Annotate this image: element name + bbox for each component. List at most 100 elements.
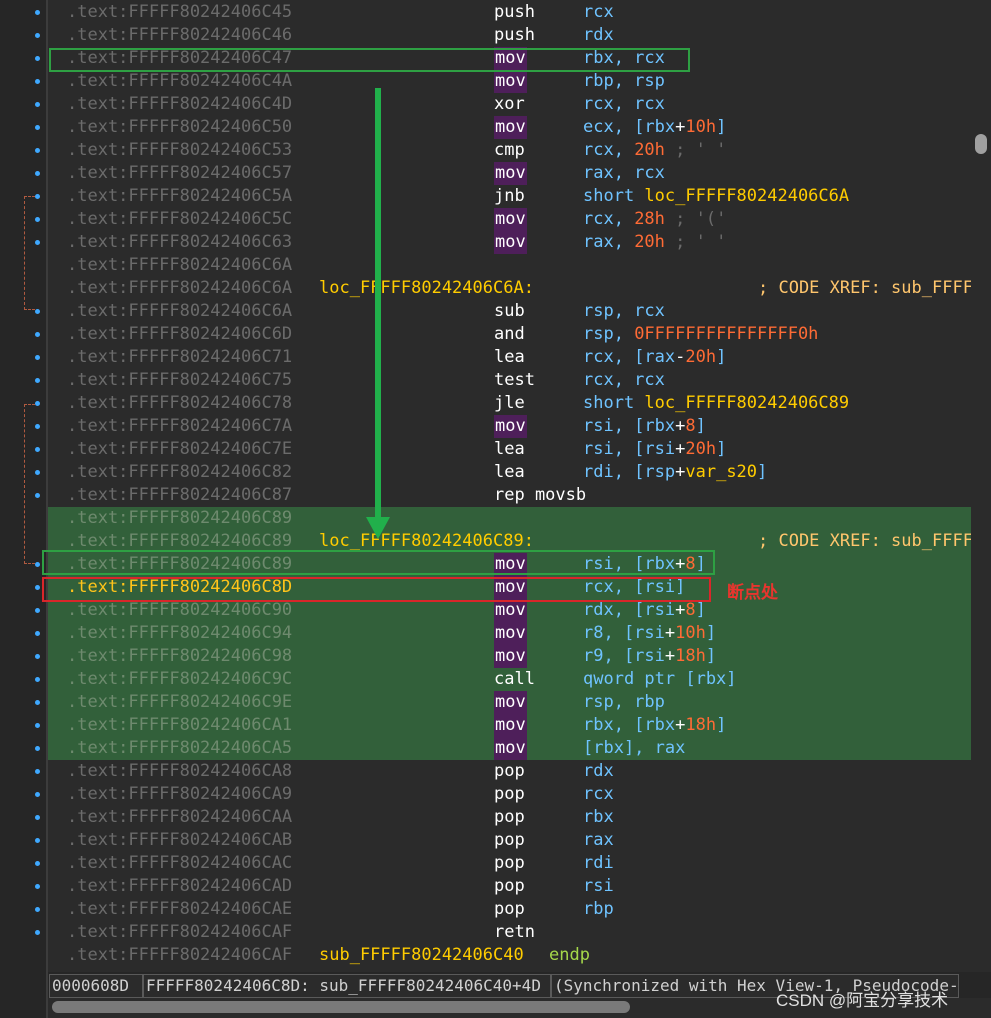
listing-row[interactable]: .text:FFFFF80242406C53 cmp rcx, 20h ; ' ': [48, 139, 971, 162]
breakpoint-slot-icon[interactable]: [35, 378, 40, 383]
breakpoint-slot-icon[interactable]: [35, 56, 40, 61]
listing-row[interactable]: .text:FFFFF80242406C46 push rdx: [48, 24, 971, 47]
operand-token: ]: [716, 117, 727, 137]
row-mnemonic: xor: [494, 94, 525, 114]
listing-row[interactable]: .text:FFFFF80242406C5C mov rcx, 28h ; '(': [48, 208, 971, 231]
vertical-scroll-thumb[interactable]: [975, 134, 987, 154]
breakpoint-slot-icon[interactable]: [35, 10, 40, 15]
arrow-down-icon: [366, 517, 390, 539]
listing-row[interactable]: .text:FFFFF80242406CAF sub_FFFFF80242406C…: [48, 944, 971, 967]
listing-row[interactable]: .text:FFFFF80242406CAD pop rsi: [48, 875, 971, 898]
operand-token: +: [675, 117, 686, 137]
operand-token: qword ptr [rbx]: [583, 669, 737, 689]
breakpoint-slot-icon[interactable]: [35, 171, 40, 176]
listing-row[interactable]: .text:FFFFF80242406C87 rep movsb: [48, 484, 971, 507]
listing-row[interactable]: .text:FFFFF80242406C50 mov ecx, [rbx+10h]: [48, 116, 971, 139]
breakpoint-slot-icon[interactable]: [35, 562, 40, 567]
breakpoint-slot-icon[interactable]: [35, 33, 40, 38]
operand-token: ]: [705, 623, 717, 643]
listing-row[interactable]: .text:FFFFF80242406C94 mov r8, [rsi+10h]: [48, 622, 971, 645]
listing-row[interactable]: .text:FFFFF80242406C6D and rsp, 0FFFFFFFFF…: [48, 323, 971, 346]
listing-row[interactable]: .text:FFFFF80242406CA1 mov rbx, [rbx+18h]: [48, 714, 971, 737]
row-label[interactable]: sub_FFFFF80242406C40: [319, 944, 524, 967]
breakpoint-slot-icon[interactable]: [35, 79, 40, 84]
row-xref-comment[interactable]: ; CODE XREF: sub_FFFFF80242406C40: [758, 277, 971, 300]
breakpoint-slot-icon[interactable]: [35, 194, 40, 199]
breakpoint-slot-icon[interactable]: [35, 125, 40, 130]
listing-row[interactable]: .text:FFFFF80242406C90 mov rdx, [rsi+8]: [48, 599, 971, 622]
listing-row[interactable]: .text:FFFFF80242406C82 lea rdi, [rsp+var_s…: [48, 461, 971, 484]
listing-row[interactable]: .text:FFFFF80242406C4A mov rbp, rsp: [48, 70, 971, 93]
breakpoint-slot-icon[interactable]: [35, 355, 40, 360]
status-offset: 0000608D: [49, 974, 143, 998]
listing-row[interactable]: .text:FFFFF80242406C98 mov r9, [rsi+18h]: [48, 645, 971, 668]
listing-row[interactable]: .text:FFFFF80242406CA9 pop rcx: [48, 783, 971, 806]
listing-row[interactable]: .text:FFFFF80242406C4D xor rcx, rcx: [48, 93, 971, 116]
listing-row[interactable]: .text:FFFFF80242406CAE pop rbp: [48, 898, 971, 921]
row-xref-comment[interactable]: ; CODE XREF: sub_FFFFF80242406C40: [758, 530, 971, 553]
listing-row[interactable]: .text:FFFFF80242406CA5 mov [rbx], rax: [48, 737, 971, 760]
listing-row[interactable]: .text:FFFFF80242406CAA pop rbx: [48, 806, 971, 829]
listing-row[interactable]: .text:FFFFF80242406CA8 pop rdx: [48, 760, 971, 783]
listing-row[interactable]: .text:FFFFF80242406C75 test rcx, rcx: [48, 369, 971, 392]
breakpoint-slot-icon[interactable]: [35, 217, 40, 222]
operand-token[interactable]: loc_FFFFF80242406C89: [644, 393, 849, 413]
row-label[interactable]: loc_FFFFF80242406C6A:: [319, 277, 534, 300]
breakpoint-slot-icon[interactable]: [35, 677, 40, 682]
listing-row[interactable]: .text:FFFFF80242406C7A mov rsi, [rbx+8]: [48, 415, 971, 438]
breakpoint-slot-icon[interactable]: [35, 424, 40, 429]
listing-row[interactable]: .text:FFFFF80242406C6A: [48, 254, 971, 277]
breakpoint-slot-icon[interactable]: [35, 769, 40, 774]
operand-token[interactable]: loc_FFFFF80242406C6A: [644, 186, 849, 206]
breakpoint-slot-icon[interactable]: [35, 493, 40, 498]
breakpoint-slot-icon[interactable]: [35, 861, 40, 866]
listing-row[interactable]: .text:FFFFF80242406C6A loc_FFFFF80242406C…: [48, 277, 971, 300]
breakpoint-slot-icon[interactable]: [35, 700, 40, 705]
listing-row[interactable]: .text:FFFFF80242406C9C call qword ptr [rbx…: [48, 668, 971, 691]
row-mnemonic: mov: [494, 599, 527, 622]
breakpoint-slot-icon[interactable]: [35, 470, 40, 475]
breakpoint-slot-icon[interactable]: [35, 815, 40, 820]
horizontal-scroll-thumb[interactable]: [52, 1001, 630, 1013]
listing-row[interactable]: .text:FFFFF80242406C89: [48, 507, 971, 530]
breakpoint-slot-icon[interactable]: [35, 723, 40, 728]
listing-row[interactable]: .text:FFFFF80242406C71 lea rcx, [rax-20h]: [48, 346, 971, 369]
operand-token: 20h: [685, 347, 717, 367]
listing-row[interactable]: .text:FFFFF80242406C7E lea rsi, [rsi+20h]: [48, 438, 971, 461]
breakpoint-slot-icon[interactable]: [35, 907, 40, 912]
breakpoint-slot-icon[interactable]: [35, 102, 40, 107]
breakpoint-slot-icon[interactable]: [35, 240, 40, 245]
breakpoint-slot-icon[interactable]: [35, 447, 40, 452]
breakpoint-slot-icon[interactable]: [35, 884, 40, 889]
breakpoint-slot-icon[interactable]: [35, 792, 40, 797]
breakpoint-slot-icon[interactable]: [35, 838, 40, 843]
breakpoint-slot-icon[interactable]: [35, 332, 40, 337]
listing-row[interactable]: .text:FFFFF80242406C78 jle short loc_FFFFF…: [48, 392, 971, 415]
breakpoint-slot-icon[interactable]: [35, 608, 40, 613]
listing-row[interactable]: .text:FFFFF80242406C57 mov rax, rcx: [48, 162, 971, 185]
disassembly-listing[interactable]: .text:FFFFF80242406C45 push rcx .text:FFFFF…: [48, 0, 971, 970]
arrow-shaft: [375, 88, 381, 518]
row-endp: endp: [549, 945, 590, 965]
listing-row[interactable]: .text:FFFFF80242406C6A sub rsp, rcx: [48, 300, 971, 323]
listing-row[interactable]: .text:FFFFF80242406CAC pop rdi: [48, 852, 971, 875]
breakpoint-slot-icon[interactable]: [35, 631, 40, 636]
row-operands: rcx, rcx: [583, 93, 665, 116]
listing-row[interactable]: .text:FFFFF80242406C63 mov rax, 20h ; ' ': [48, 231, 971, 254]
listing-row[interactable]: .text:FFFFF80242406CAB pop rax: [48, 829, 971, 852]
breakpoint-slot-icon[interactable]: [35, 309, 40, 314]
listing-row[interactable]: .text:FFFFF80242406CAF retn: [48, 921, 971, 944]
breakpoint-slot-icon[interactable]: [35, 148, 40, 153]
breakpoint-slot-icon[interactable]: [35, 930, 40, 935]
breakpoint-slot-icon[interactable]: [35, 585, 40, 590]
breakpoint-slot-icon[interactable]: [35, 654, 40, 659]
row-operands: rdi, [rsp+var_s20]: [583, 461, 767, 484]
breakpoint-slot-icon[interactable]: [35, 401, 40, 406]
listing-row[interactable]: .text:FFFFF80242406C5A jnb short loc_FFFFF…: [48, 185, 971, 208]
row-address: .text:FFFFF80242406C75: [67, 370, 293, 390]
row-operands: rax, rcx: [583, 162, 665, 185]
listing-row[interactable]: .text:FFFFF80242406C45 push rcx: [48, 1, 971, 24]
breakpoint-slot-icon[interactable]: [35, 746, 40, 751]
listing-row[interactable]: .text:FFFFF80242406C9E mov rsp, rbp: [48, 691, 971, 714]
row-operands: rbp: [583, 898, 614, 921]
